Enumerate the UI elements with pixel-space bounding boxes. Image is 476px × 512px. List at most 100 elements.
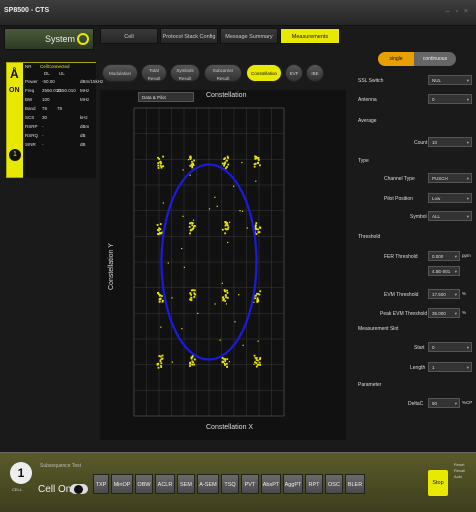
tab-protocol-stack-config[interactable]: Protocol Stack Config [160,28,218,44]
constellation-point [159,360,162,363]
length-input[interactable]: 1 [428,362,472,372]
constellation-point [189,232,191,235]
measure-button-bler[interactable]: BLER [345,474,365,494]
constellation-point [191,224,194,227]
evm-threshold-label: EVM Threshold [384,292,419,298]
constellation-point [224,232,227,235]
single-mode-button[interactable]: single [378,52,414,66]
stop-button[interactable]: Stop [428,470,448,496]
average-label: Average [358,118,377,124]
on-label: ON [9,87,20,94]
measure-button-obw[interactable]: OBW [135,474,153,494]
antenna-dropdown[interactable]: 0 [428,94,472,104]
constellation-point [156,224,159,226]
continuous-mode-button[interactable]: continuous [414,52,456,66]
constellation-point [221,296,224,299]
constellation-point [160,365,162,367]
constellation-point [171,297,173,299]
app-title: SP8500 - CTS [4,7,50,14]
measure-button-minop[interactable]: MinOP [111,474,133,494]
constellation-point [226,358,229,361]
peak-evm-threshold-input[interactable]: 35.000 [428,308,460,318]
measure-button-a-sem[interactable]: A-SEM [197,474,219,494]
ssl-switch-label: SSL Switch [358,78,384,84]
fer-threshold-input[interactable]: 0.000 [428,251,460,261]
constellation-point [234,321,236,323]
constellation-point [216,205,218,207]
window-controls[interactable]: – ▫ × [446,8,470,15]
subtab-evf[interactable]: EVF [285,64,303,82]
cell-status-panel[interactable]: Å ON 1 NR CellConnected DL UL Power -50.0… [6,62,103,178]
constellation-point [226,296,229,299]
measure-button-osc[interactable]: OSC [325,474,343,494]
side-action-labels[interactable]: Reset Recall Auto [454,462,465,480]
subtab-ibe[interactable]: IBE [306,64,324,82]
measure-button-txp[interactable]: TXP [93,474,109,494]
measure-button-aclr[interactable]: ACLR [155,474,175,494]
constellation-point [225,296,228,299]
constellation-point [253,163,256,166]
constellation-point [254,357,257,359]
measure-button-tsq[interactable]: TSQ [221,474,239,494]
subtab-modulation[interactable]: Modulation [102,64,138,82]
constellation-point [255,222,258,224]
title-bar: SP8500 - CTS – ▫ × [0,0,476,26]
deltac-input[interactable]: 50 [428,398,460,408]
symbol-dropdown[interactable]: ALL [428,211,472,221]
constellation-point [257,228,259,231]
constellation-point [187,159,190,161]
measurement-slot-label: Measurement Slot [358,326,399,332]
constellation-point [221,360,224,363]
constellation-point [254,224,257,227]
constellation-point [257,159,260,161]
constellation-point [181,328,183,330]
constellation-point [223,158,226,161]
status-row: SINR - dB [25,142,86,147]
pilot-position-dropdown[interactable]: Low [428,193,472,203]
constellation-point [190,297,193,299]
measure-button-rpt[interactable]: RPT [305,474,323,494]
subtab-symbols-result[interactable]: Symbols Result [170,64,200,82]
measure-button-sem[interactable]: SEM [177,474,195,494]
antenna-label: Antenna [358,97,377,103]
constellation-point [182,215,184,217]
constellation-point [258,361,261,364]
measure-button-abspt[interactable]: AbsPT [261,474,281,494]
measure-button-pvt[interactable]: PVT [241,474,259,494]
constellation-point [257,340,259,342]
constellation-point [192,227,195,230]
tab-cell[interactable]: Cell [100,28,158,44]
fer-threshold-secondary[interactable]: 4.5E-001 [428,266,460,276]
evm-threshold-input[interactable]: 17.500 [428,289,460,299]
subtab-total-result[interactable]: Total Result [141,64,167,82]
constellation-point [219,339,221,341]
constellation-point [161,354,164,357]
tab-measurements[interactable]: Measurements [280,28,340,44]
measure-button-aggpt[interactable]: AggPT [283,474,303,494]
subtab-subcarrier-result[interactable]: Subcarrier Result [204,64,242,82]
constellation-point [225,362,228,365]
constellation-point [254,155,256,158]
constellation-point [193,289,196,292]
constellation-point [160,165,163,168]
system-button[interactable]: System [4,28,94,50]
cell-selector-button[interactable]: 1 [10,462,32,484]
constellation-point [159,232,161,234]
constellation-point [160,326,162,328]
constellation-point [214,196,216,198]
count-input[interactable]: 10 [428,137,472,147]
constellation-point [182,169,184,171]
constellation-point [258,226,261,229]
ssl-switch-dropdown[interactable]: NUL [428,75,472,85]
constellation-point [226,291,229,294]
channel-type-dropdown[interactable]: PUSCH [428,173,472,183]
subtab-constellation[interactable]: Constellation [246,64,282,82]
constellation-point [157,162,160,165]
tab-message-summary[interactable]: Message Summary [220,28,278,44]
constellation-point [257,156,260,159]
constellation-point [224,360,227,362]
constellation-point [241,161,243,164]
constellation-point [255,359,258,361]
start-input[interactable]: 0 [428,342,472,352]
data-pilot-dropdown[interactable]: Data & Pilot [138,92,194,102]
